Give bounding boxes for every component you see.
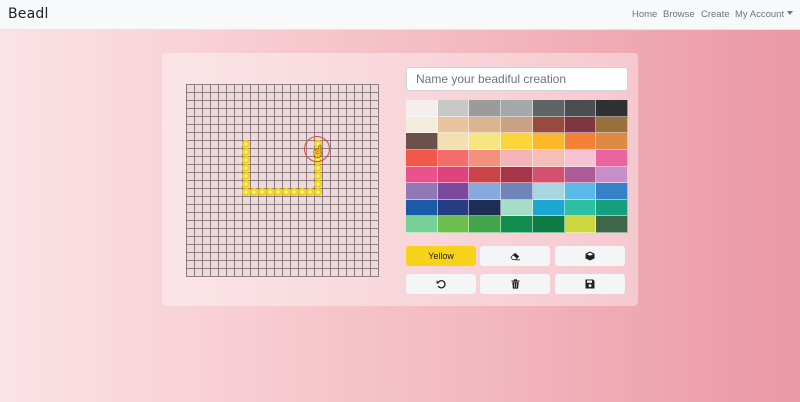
bead[interactable] (242, 140, 250, 148)
color-swatch[interactable] (469, 149, 502, 167)
color-swatch[interactable] (437, 199, 470, 217)
bead[interactable] (242, 180, 250, 188)
color-swatch[interactable] (501, 100, 533, 117)
bead[interactable] (282, 188, 290, 196)
color-swatch[interactable] (437, 100, 470, 117)
pointer-hand-icon: ☝ (311, 146, 325, 158)
color-swatch[interactable] (469, 216, 502, 233)
color-swatch[interactable] (406, 100, 438, 117)
color-swatch[interactable] (469, 199, 502, 217)
nav-link-create[interactable]: Create (701, 9, 730, 20)
color-swatch[interactable] (501, 149, 533, 167)
bead[interactable] (274, 188, 282, 196)
color-swatch[interactable] (596, 183, 628, 200)
color-swatch[interactable] (501, 166, 533, 184)
bead[interactable] (242, 188, 250, 196)
bead[interactable] (290, 188, 298, 196)
clear-button[interactable] (480, 274, 550, 294)
eraser-icon (509, 252, 520, 261)
color-swatch[interactable] (437, 216, 470, 233)
color-swatch[interactable] (564, 166, 597, 184)
fill-button[interactable] (555, 246, 625, 266)
color-swatch[interactable] (564, 183, 597, 200)
bead[interactable] (314, 164, 322, 172)
color-swatch[interactable] (501, 116, 533, 134)
color-swatch[interactable] (596, 216, 628, 233)
undo-icon (436, 280, 446, 289)
color-palette (406, 100, 628, 233)
color-swatch[interactable] (596, 199, 628, 217)
color-swatch[interactable] (532, 166, 565, 184)
color-swatch[interactable] (501, 216, 533, 233)
color-swatch[interactable] (596, 133, 628, 150)
nav-link-home[interactable]: Home (632, 9, 657, 20)
color-swatch[interactable] (469, 116, 502, 134)
color-swatch[interactable] (532, 149, 565, 167)
undo-button[interactable] (406, 274, 476, 294)
color-swatch[interactable] (596, 149, 628, 167)
color-swatch[interactable] (437, 183, 470, 200)
color-swatch[interactable] (532, 116, 565, 134)
color-swatch[interactable] (564, 100, 597, 117)
color-swatch[interactable] (564, 116, 597, 134)
color-swatch[interactable] (532, 100, 565, 117)
color-swatch[interactable] (596, 116, 628, 134)
chevron-down-icon (787, 11, 794, 15)
bead[interactable] (242, 156, 250, 164)
navbar: Beadl Home Browse Create My Account (0, 0, 800, 30)
color-swatch[interactable] (596, 166, 628, 184)
color-swatch[interactable] (564, 133, 597, 150)
color-swatch[interactable] (564, 149, 597, 167)
color-swatch[interactable] (437, 149, 470, 167)
color-swatch[interactable] (437, 133, 470, 150)
nav-link-browse[interactable]: Browse (663, 9, 695, 20)
bead[interactable] (306, 188, 314, 196)
color-swatch[interactable] (596, 100, 628, 117)
bead[interactable] (266, 188, 274, 196)
bead-grid[interactable] (186, 84, 379, 277)
bead[interactable] (314, 180, 322, 188)
bead[interactable] (314, 188, 322, 196)
color-swatch[interactable] (532, 216, 565, 233)
color-swatch[interactable] (406, 149, 438, 167)
bead[interactable] (258, 188, 266, 196)
my-account-label: My Account (735, 9, 785, 20)
color-swatch[interactable] (532, 133, 565, 150)
color-swatch[interactable] (406, 116, 438, 134)
nav-link-my-account[interactable]: My Account (735, 9, 794, 20)
color-swatch[interactable] (437, 116, 470, 134)
color-swatch[interactable] (564, 216, 597, 233)
bead[interactable] (242, 172, 250, 180)
bead[interactable] (250, 188, 258, 196)
color-swatch[interactable] (406, 216, 438, 233)
color-swatch[interactable] (406, 133, 438, 150)
bead[interactable] (298, 188, 306, 196)
save-icon (585, 279, 595, 289)
bead[interactable] (242, 164, 250, 172)
color-swatch[interactable] (501, 199, 533, 217)
trash-icon (511, 279, 519, 289)
color-swatch[interactable] (469, 166, 502, 184)
color-swatch[interactable] (469, 133, 502, 150)
color-swatch[interactable] (469, 183, 502, 200)
color-swatch[interactable] (501, 133, 533, 150)
bead[interactable] (242, 148, 250, 156)
eraser-button[interactable] (480, 246, 550, 266)
brand-logo[interactable]: Beadl (8, 6, 49, 22)
color-swatch[interactable] (469, 100, 502, 117)
bead[interactable] (314, 172, 322, 180)
color-swatch[interactable] (501, 183, 533, 200)
color-swatch[interactable] (532, 183, 565, 200)
color-swatch[interactable] (564, 199, 597, 217)
color-swatch[interactable] (406, 183, 438, 200)
creation-name-input[interactable] (406, 67, 628, 91)
selected-color-button[interactable]: Yellow (406, 246, 476, 266)
color-swatch[interactable] (406, 199, 438, 217)
color-swatch[interactable] (437, 166, 470, 184)
color-swatch[interactable] (532, 199, 565, 217)
save-button[interactable] (555, 274, 625, 294)
color-swatch[interactable] (406, 166, 438, 184)
cube-icon (585, 251, 595, 261)
